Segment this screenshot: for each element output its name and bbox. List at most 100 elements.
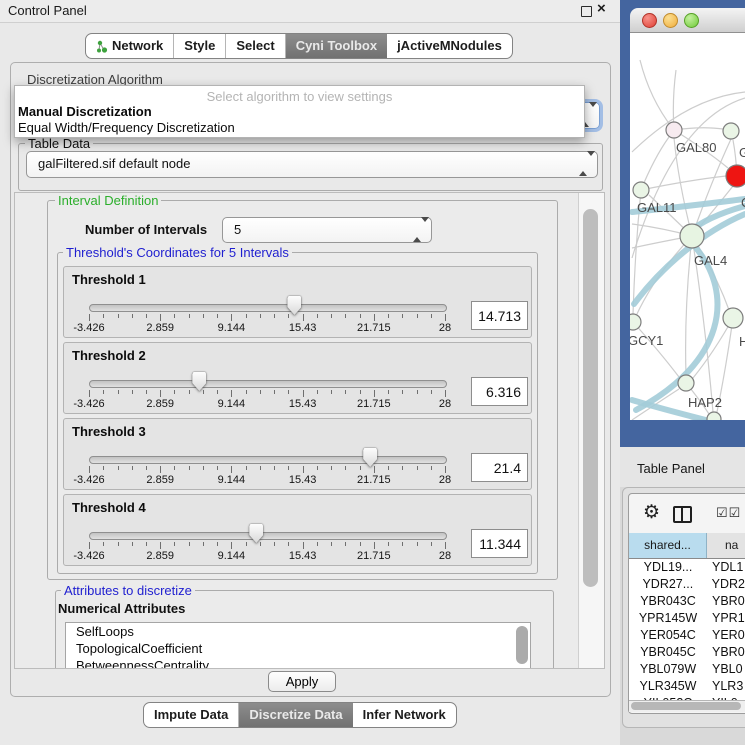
float-window-icon[interactable]	[581, 6, 592, 17]
tab-infer-network[interactable]: Infer Network	[353, 703, 456, 727]
tab-style[interactable]: Style	[174, 34, 226, 58]
threshold-value-field[interactable]: 6.316	[471, 377, 528, 406]
tab-network[interactable]: Network	[86, 34, 174, 58]
slider-tick	[274, 390, 275, 394]
table-row[interactable]: YER054CYER0	[629, 627, 745, 644]
slider-tick	[360, 542, 361, 546]
minimize-traffic-light[interactable]	[663, 13, 678, 28]
table-column-header-1[interactable]: shared...	[629, 533, 707, 558]
slider-tick	[203, 466, 204, 470]
dropdown-prompt: Select algorithm to view settings	[15, 89, 584, 104]
slider-thumb[interactable]	[192, 372, 206, 391]
gear-icon[interactable]: ⚙	[643, 501, 660, 524]
horizontal-scrollbar[interactable]	[629, 700, 745, 712]
slider-tick-label: 28	[420, 398, 470, 410]
attribute-list-item[interactable]: SelfLoops	[66, 624, 530, 640]
slider-tick-label: 21.715	[349, 550, 399, 562]
network-canvas[interactable]: GAL80GACGAL11GAL4GCY1HHAP2	[630, 33, 745, 420]
hap2-node[interactable]	[678, 375, 694, 391]
network-edge[interactable]	[686, 236, 692, 375]
slider-tick	[231, 390, 232, 397]
tab-select[interactable]: Select	[226, 34, 285, 58]
bottom-node[interactable]	[707, 412, 721, 420]
vertical-scrollbar[interactable]	[578, 193, 604, 668]
slider-track[interactable]	[89, 532, 447, 540]
table-row[interactable]: YBR045CYBR0	[629, 644, 745, 661]
tab-jactivemnodules[interactable]: jActiveMNodules	[387, 34, 512, 58]
slider-tick-label: 15.43	[278, 550, 328, 562]
slider-tick-label: 9.144	[206, 550, 256, 562]
top-tab-bar: NetworkStyleSelectCyni ToolboxjActiveMNo…	[85, 33, 513, 59]
network-edge[interactable]	[673, 70, 676, 130]
column-layout-icon[interactable]	[673, 506, 692, 523]
tab-cyni-toolbox[interactable]: Cyni Toolbox	[286, 34, 387, 58]
numerical-attributes-list[interactable]: SelfLoopsTopologicalCoefficientBetweenne…	[65, 622, 531, 668]
slider-thumb[interactable]	[287, 296, 301, 315]
gcy1-node[interactable]	[630, 314, 641, 330]
table-row[interactable]: YDL19...YDL1	[629, 559, 745, 576]
cell-name: YDL1	[707, 559, 743, 576]
list-scrollbar-thumb[interactable]	[516, 626, 528, 664]
top-right-node[interactable]	[723, 123, 739, 139]
vertical-scrollbar-thumb[interactable]	[583, 209, 598, 587]
gal80-node[interactable]	[666, 122, 682, 138]
network-edge-thick[interactable]	[636, 248, 717, 410]
h-node[interactable]	[723, 308, 743, 328]
slider-tick	[246, 542, 247, 546]
slider-track[interactable]	[89, 380, 447, 388]
dropdown-option-manual-discretization[interactable]: Manual Discretization	[18, 104, 152, 119]
table-row[interactable]: YBR043CYBR0	[629, 593, 745, 610]
table-row[interactable]: YDR27...YDR2	[629, 576, 745, 593]
threshold-value-field[interactable]: 21.4	[471, 453, 528, 482]
close-icon[interactable]: ×	[597, 0, 606, 17]
network-edge[interactable]	[636, 236, 692, 316]
slider-track[interactable]	[89, 304, 447, 312]
slider-tick-label: -3.426	[64, 474, 114, 486]
table-row[interactable]: YBL079WYBL0	[629, 661, 745, 678]
slider-tick	[388, 466, 389, 470]
attribute-list-item[interactable]: BetweennessCentrality	[66, 658, 530, 668]
slider-tick	[217, 390, 218, 394]
slider-tick	[417, 542, 418, 546]
slider-thumb[interactable]	[249, 524, 263, 543]
close-traffic-light[interactable]	[642, 13, 657, 28]
dropdown-option-equal-width-frequency[interactable]: Equal Width/Frequency Discretization	[18, 120, 235, 135]
slider-tick	[118, 314, 119, 318]
threshold-label: Threshold 3	[72, 424, 146, 439]
horizontal-scrollbar-thumb[interactable]	[631, 702, 741, 710]
selected-red-node[interactable]	[726, 165, 745, 187]
network-edge[interactable]	[641, 176, 726, 190]
table-row[interactable]: YPR145WYPR1	[629, 610, 745, 627]
slider-tick	[402, 542, 403, 546]
slider-thumb[interactable]	[363, 448, 377, 467]
tab-impute-data[interactable]: Impute Data	[144, 703, 239, 727]
maximize-traffic-light[interactable]	[684, 13, 699, 28]
threshold-value-field[interactable]: 11.344	[471, 529, 528, 558]
slider-tick	[317, 314, 318, 318]
slider-tick	[417, 466, 418, 470]
threshold-value-field[interactable]: 14.713	[471, 301, 528, 330]
gal4-node[interactable]	[680, 224, 704, 248]
table-row[interactable]: YLR345WYLR3	[629, 678, 745, 695]
attribute-list-item[interactable]: TopologicalCoefficient	[66, 641, 530, 657]
network-edge[interactable]	[641, 137, 669, 190]
table-column-header-2[interactable]: na	[707, 533, 745, 558]
gal11-node[interactable]	[633, 182, 649, 198]
network-edge[interactable]	[640, 60, 674, 130]
slider-tick	[374, 466, 375, 473]
slider-tick-label: 21.715	[349, 398, 399, 410]
tab-label: Discretize Data	[249, 703, 342, 727]
number-of-intervals-combobox[interactable]: 5	[222, 217, 432, 243]
network-edge[interactable]	[633, 322, 679, 377]
screenshot-root: Control Panel × NetworkStyleSelectCyni T…	[0, 0, 745, 745]
select-columns-icons[interactable]: ☑☑	[716, 505, 741, 521]
node-label-gal80: GAL80	[676, 140, 716, 155]
node-label-ga: GA	[739, 145, 745, 160]
slider-track[interactable]	[89, 456, 447, 464]
apply-button[interactable]: Apply	[268, 671, 336, 692]
network-window-titlebar[interactable]	[630, 8, 745, 33]
slider-tick	[374, 390, 375, 397]
table-data-combobox[interactable]: galFiltered.sif default node	[26, 151, 598, 178]
threshold-panel-1: Threshold 1-3.4262.8599.14415.4321.71528…	[63, 266, 532, 338]
tab-discretize-data[interactable]: Discretize Data	[239, 703, 352, 727]
